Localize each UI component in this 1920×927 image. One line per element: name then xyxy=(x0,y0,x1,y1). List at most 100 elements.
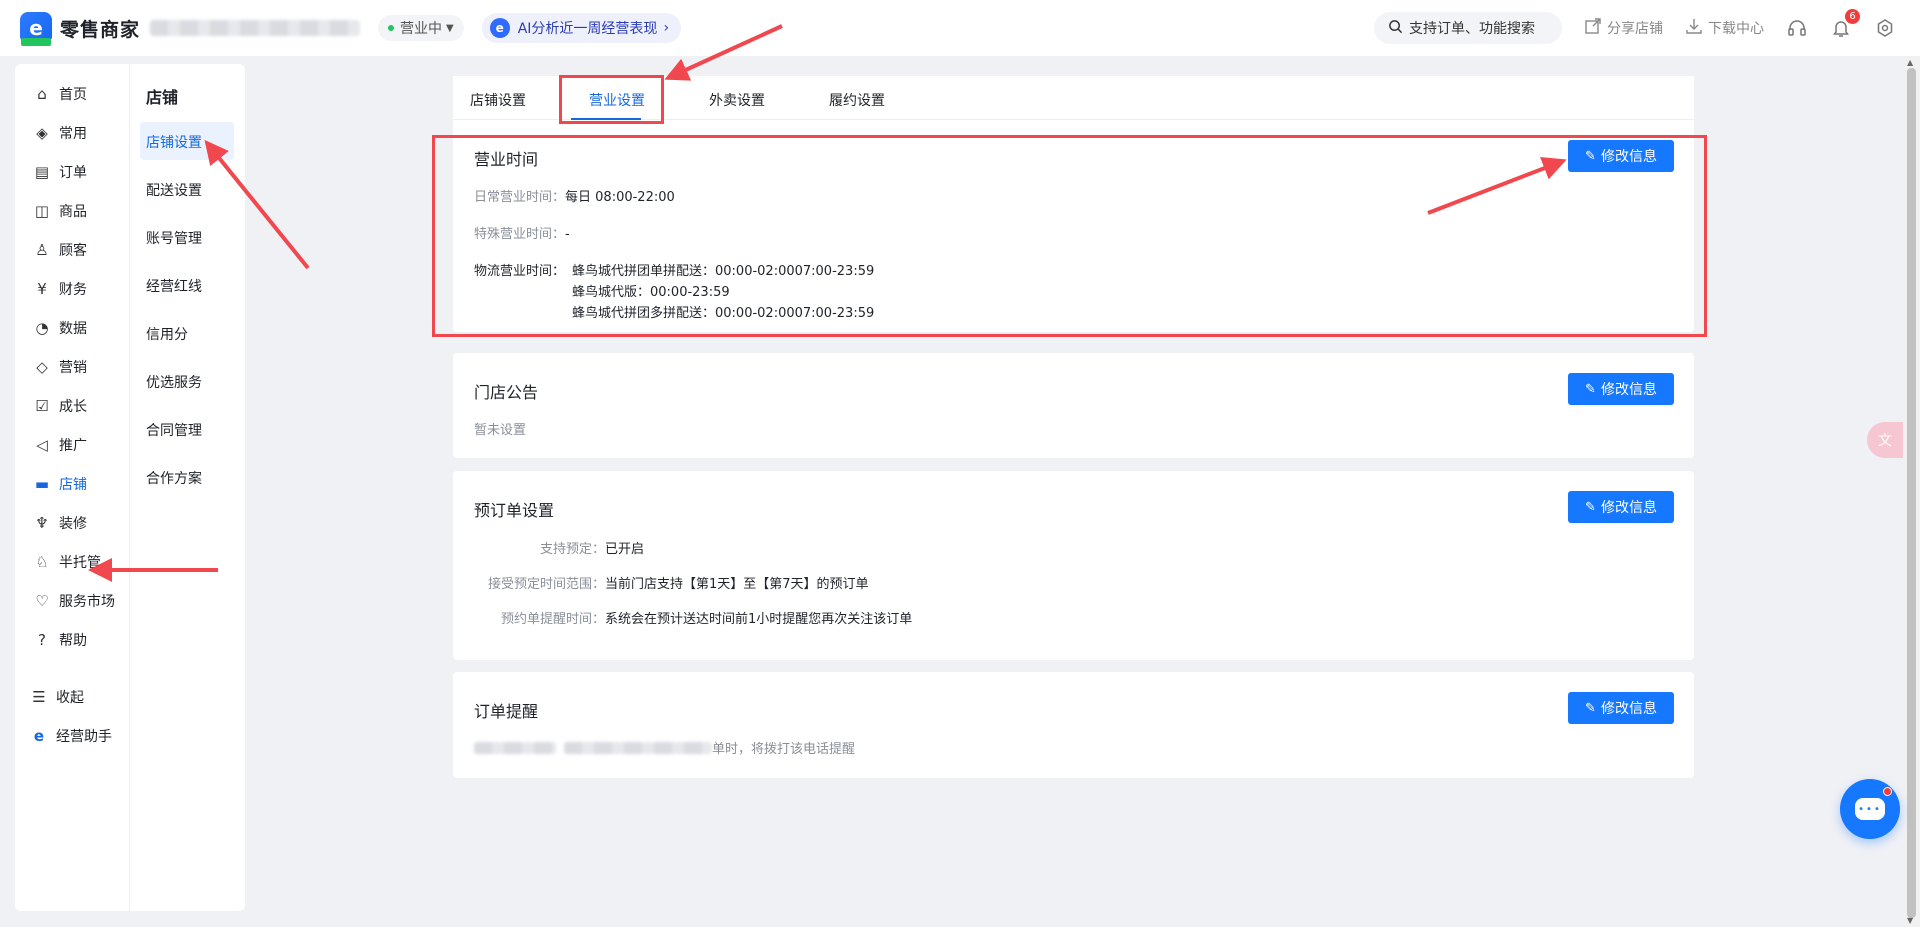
bag-icon: ◫ xyxy=(34,202,50,220)
nav-label: 订单 xyxy=(59,165,87,181)
hosting-icon: ♘ xyxy=(35,553,49,571)
nav-item-semi-hosted[interactable]: ♘ 半托管 xyxy=(33,552,101,572)
assistant-button[interactable]: e 经营助手 xyxy=(30,726,112,746)
nav-item-customers[interactable]: ♙ 顾客 xyxy=(33,240,87,260)
status-dropdown[interactable]: 营业中 ▼ xyxy=(378,15,464,41)
business-hours-card: 营业时间 ✎ 修改信息 日常营业时间：每日 08:00-22:00 特殊营业时间：… xyxy=(453,120,1694,332)
nav-label: 服务市场 xyxy=(59,594,115,610)
nav-item-promotion[interactable]: ◁ 推广 xyxy=(33,435,87,455)
logistics-hours-line: 蜂鸟城代拼团多拼配送：00:00-02:0007:00-23:59 xyxy=(572,306,875,321)
subnav-item-premium-service[interactable]: 优选服务 xyxy=(146,372,202,392)
redacted-text xyxy=(474,741,556,754)
edit-button-label: 修改信息 xyxy=(1600,500,1657,516)
nav-item-finance[interactable]: ¥ 财务 xyxy=(33,279,87,299)
tab-fulfillment-settings[interactable]: 履约设置 xyxy=(829,90,885,110)
search-icon xyxy=(1388,19,1403,38)
nav-label: 营销 xyxy=(59,360,87,376)
tab-business-settings[interactable]: 营业设置 xyxy=(589,90,645,110)
chat-support-button[interactable]: ••• xyxy=(1840,779,1900,839)
download-icon xyxy=(1685,17,1703,40)
download-label: 下载中心 xyxy=(1708,21,1764,37)
nav-item-products[interactable]: ◫ 商品 xyxy=(33,201,87,221)
notification-badge: 6 xyxy=(1845,9,1860,24)
order-reminder-title: 订单提醒 xyxy=(474,702,539,721)
nav-item-orders[interactable]: ▤ 订单 xyxy=(33,162,87,182)
edit-business-hours-button[interactable]: ✎ 修改信息 xyxy=(1568,140,1674,172)
brush-icon: ♆ xyxy=(35,514,49,532)
headset-icon[interactable] xyxy=(1786,17,1808,39)
status-label: 营业中 xyxy=(400,21,443,37)
bell-icon[interactable]: 6 xyxy=(1830,9,1860,39)
global-search[interactable]: 支持订单、功能搜索 xyxy=(1374,12,1562,44)
ai-logo-icon: e xyxy=(489,18,510,38)
brand-logo-icon: e xyxy=(20,12,52,46)
nav-label: 成长 xyxy=(59,399,87,415)
preorder-support-label: 支持预定： xyxy=(539,542,605,557)
announcement-value: 暂未设置 xyxy=(474,423,527,438)
subnav-item-account[interactable]: 账号管理 xyxy=(146,228,202,248)
growth-icon: ☑ xyxy=(35,397,49,415)
collapse-label: 收起 xyxy=(56,690,84,706)
subnav-item-contracts[interactable]: 合同管理 xyxy=(146,420,202,440)
scroll-thumb[interactable] xyxy=(1907,68,1916,918)
share-store-button[interactable]: 分享店铺 xyxy=(1584,17,1663,40)
logo[interactable]: e 零售商家 xyxy=(20,12,140,46)
secondary-sidebar: 店铺 店铺设置 配送设置 账号管理 经营红线 信用分 优选服务 合同管理 合作方… xyxy=(129,64,245,911)
tab-takeout-settings[interactable]: 外卖设置 xyxy=(709,90,765,110)
edit-button-label: 修改信息 xyxy=(1600,149,1657,165)
nav-item-store[interactable]: ▬ 店铺 xyxy=(33,474,87,494)
announcement-title: 门店公告 xyxy=(474,383,539,402)
preorder-range-label: 接受预定时间范围： xyxy=(487,577,605,592)
nav-label: 推广 xyxy=(59,438,87,454)
nav-item-data[interactable]: ◔ 数据 xyxy=(33,318,87,338)
daily-hours-row: 日常营业时间：每日 08:00-22:00 xyxy=(474,186,675,205)
nav-item-decoration[interactable]: ♆ 装修 xyxy=(33,513,87,533)
nav-item-home[interactable]: ⌂ 首页 xyxy=(33,84,87,104)
subnav-item-partnership[interactable]: 合作方案 xyxy=(146,468,202,488)
nav-item-marketing[interactable]: ◇ 营销 xyxy=(33,357,87,377)
store-name-redacted xyxy=(150,20,361,36)
share-icon xyxy=(1584,17,1602,40)
settings-tabs: 店铺设置 营业设置 外卖设置 履约设置 xyxy=(453,76,1694,120)
download-center-button[interactable]: 下载中心 xyxy=(1685,17,1764,40)
special-hours-label: 特殊营业时间： xyxy=(474,227,566,242)
special-hours-row: 特殊营业时间：- xyxy=(474,223,570,242)
nav-label: 财务 xyxy=(59,282,87,298)
preorder-remind-row: 预约单提醒时间：系统会在预计送达时间前1小时提醒您再次关注该订单 xyxy=(474,608,912,627)
status-dot-icon xyxy=(388,25,395,31)
nav-item-frequent[interactable]: ◈ 常用 xyxy=(33,123,87,143)
scroll-down-icon[interactable]: ▼ xyxy=(1907,916,1913,925)
ai-analysis-banner[interactable]: e AI分析近一周经营表现 › xyxy=(481,13,682,43)
edit-button-label: 修改信息 xyxy=(1600,701,1657,717)
tab-store-settings[interactable]: 店铺设置 xyxy=(470,90,526,110)
megaphone-icon: ◁ xyxy=(36,436,48,454)
settings-icon[interactable] xyxy=(1874,17,1896,39)
nav-item-growth[interactable]: ☑ 成长 xyxy=(33,396,87,416)
nav-item-service-market[interactable]: ♡ 服务市场 xyxy=(33,591,115,611)
diamond-icon: ◇ xyxy=(36,358,48,376)
preorder-remind-label: 预约单提醒时间： xyxy=(500,612,605,627)
scroll-up-icon[interactable]: ▲ xyxy=(1907,58,1913,67)
page-scrollbar[interactable]: ▲ ▼ xyxy=(1903,56,1920,927)
ai-banner-text: AI分析近一周经营表现 xyxy=(517,21,658,37)
business-hours-title: 营业时间 xyxy=(474,150,539,169)
translate-float-icon[interactable]: 文 xyxy=(1867,422,1903,458)
user-icon: ♙ xyxy=(35,241,49,259)
nav-label: 首页 xyxy=(59,87,87,103)
chat-unread-dot xyxy=(1883,787,1892,796)
edit-announcement-button[interactable]: ✎ 修改信息 xyxy=(1568,373,1674,405)
subnav-item-redline[interactable]: 经营红线 xyxy=(146,276,202,296)
subnav-item-store-settings[interactable]: 店铺设置 xyxy=(140,122,234,160)
edit-preorder-button[interactable]: ✎ 修改信息 xyxy=(1568,491,1674,523)
edit-icon: ✎ xyxy=(1585,499,1596,515)
redacted-text xyxy=(564,741,712,754)
subnav-item-credit[interactable]: 信用分 xyxy=(146,324,188,344)
nav-item-help[interactable]: ? 帮助 xyxy=(33,630,87,650)
nav-label: 常用 xyxy=(59,126,87,142)
edit-order-reminder-button[interactable]: ✎ 修改信息 xyxy=(1568,692,1674,724)
subnav-item-delivery-settings[interactable]: 配送设置 xyxy=(146,180,202,200)
collapse-button[interactable]: ☰ 收起 xyxy=(30,687,84,707)
layers-icon: ◈ xyxy=(36,124,48,142)
nav-label: 装修 xyxy=(59,516,87,532)
heart-icon: ♡ xyxy=(35,592,49,610)
